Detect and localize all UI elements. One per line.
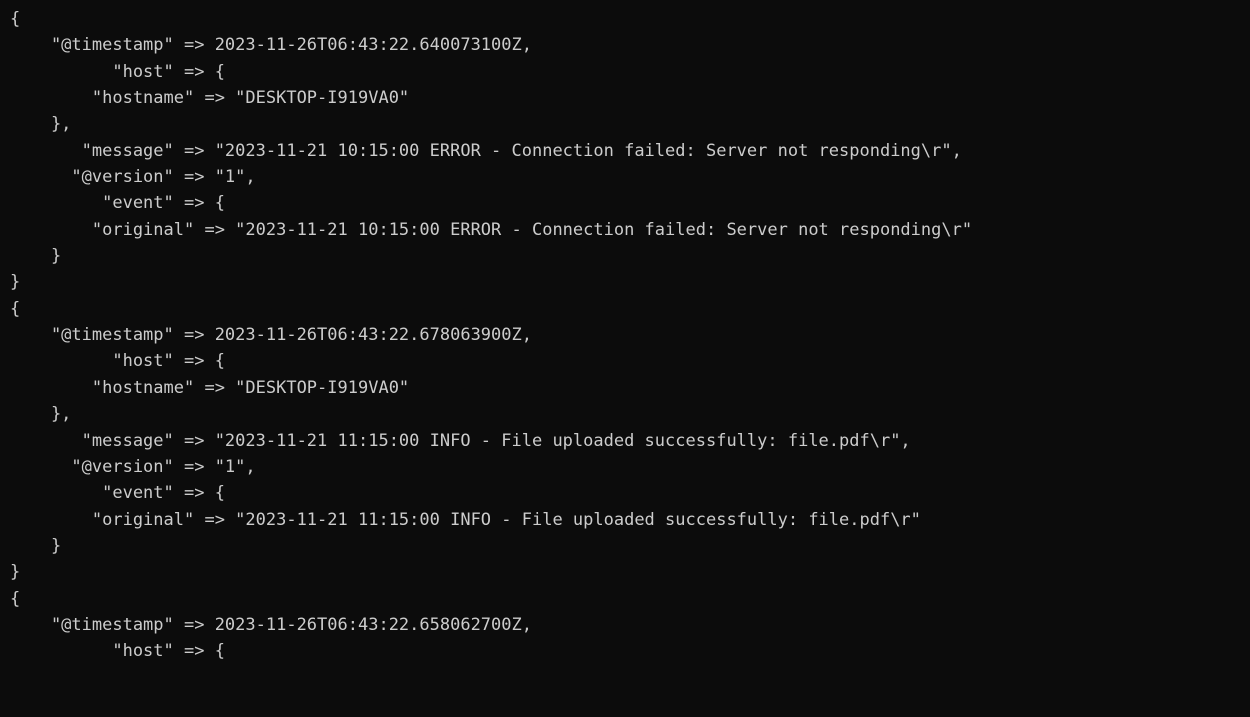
output-line: "event" => { (10, 190, 1240, 216)
output-line: "original" => "2023-11-21 10:15:00 ERROR… (10, 217, 1240, 243)
output-line: } (10, 559, 1240, 585)
output-line: } (10, 243, 1240, 269)
terminal-output: { "@timestamp" => 2023-11-26T06:43:22.64… (0, 0, 1250, 671)
output-line: "host" => { (10, 638, 1240, 664)
output-line: "message" => "2023-11-21 10:15:00 ERROR … (10, 138, 1240, 164)
output-line: "@version" => "1", (10, 164, 1240, 190)
output-line: "@timestamp" => 2023-11-26T06:43:22.6780… (10, 322, 1240, 348)
output-line: "host" => { (10, 348, 1240, 374)
output-line: "hostname" => "DESKTOP-I919VA0" (10, 375, 1240, 401)
output-line: "event" => { (10, 480, 1240, 506)
output-line: }, (10, 401, 1240, 427)
output-line: "message" => "2023-11-21 11:15:00 INFO -… (10, 428, 1240, 454)
output-line: "@version" => "1", (10, 454, 1240, 480)
output-line: "host" => { (10, 59, 1240, 85)
output-line: } (10, 533, 1240, 559)
output-line: "hostname" => "DESKTOP-I919VA0" (10, 85, 1240, 111)
output-line: "@timestamp" => 2023-11-26T06:43:22.6400… (10, 32, 1240, 58)
output-line: "@timestamp" => 2023-11-26T06:43:22.6580… (10, 612, 1240, 638)
output-line: }, (10, 111, 1240, 137)
output-line: { (10, 296, 1240, 322)
output-line: { (10, 6, 1240, 32)
output-line: { (10, 586, 1240, 612)
output-line: } (10, 269, 1240, 295)
output-line: "original" => "2023-11-21 11:15:00 INFO … (10, 507, 1240, 533)
